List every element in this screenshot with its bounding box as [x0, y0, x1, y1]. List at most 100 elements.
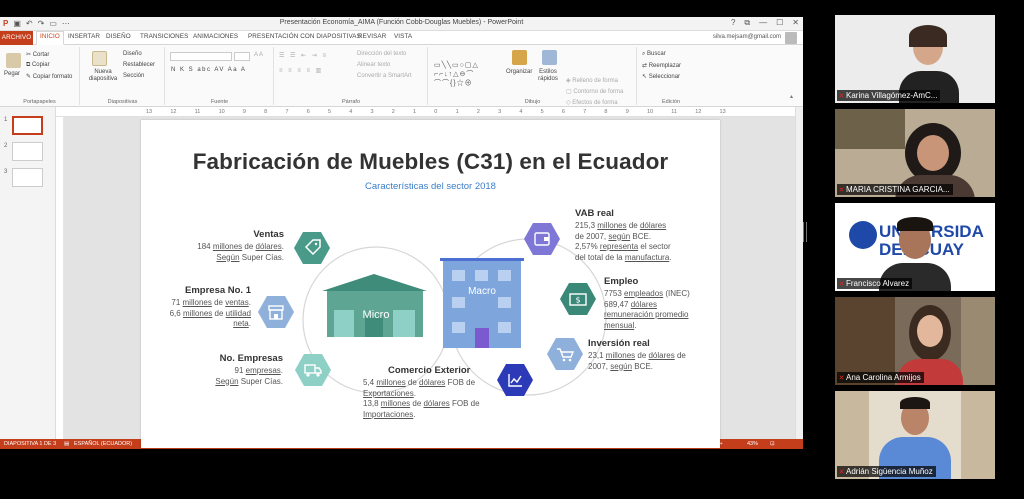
wallet-icon[interactable]	[524, 223, 560, 255]
cut-button[interactable]: ✂ Cortar	[26, 51, 49, 58]
panel-resize-handle[interactable]	[803, 222, 807, 242]
user-email[interactable]: silva.mejsam@gmail.com	[713, 34, 781, 40]
section-button[interactable]: Sección	[123, 73, 144, 79]
font-size-dropdown[interactable]	[234, 52, 250, 61]
background-wall	[961, 297, 995, 385]
list-buttons-icon[interactable]: ☰ ☰ ⇤ ⇥ ≡	[279, 52, 328, 59]
participant-name: ✕ Karina Villagómez-AmC...	[837, 90, 941, 101]
select-button[interactable]: ↖ Seleccionar	[642, 73, 680, 80]
quick-styles-button[interactable]: Estilos rápidos	[536, 69, 560, 83]
tab-archivo[interactable]: ARCHIVO	[0, 31, 33, 45]
spellcheck-icon[interactable]: ▤	[64, 441, 69, 447]
macro-label: Macro	[468, 286, 496, 297]
truck-icon[interactable]	[295, 354, 331, 386]
tag-icon[interactable]	[294, 232, 330, 264]
tab-diseno[interactable]: DISEÑO	[106, 33, 131, 40]
window-controls: ? ⧉ — ☐ ✕	[731, 18, 799, 28]
slide-canvas[interactable]: Fabricación de Muebles (C31) en el Ecuad…	[141, 120, 720, 448]
ruler-number: 9	[625, 109, 629, 115]
tab-vista[interactable]: VISTA	[394, 33, 412, 40]
find-button[interactable]: ⌕ Buscar	[642, 51, 666, 58]
no-empresas-block[interactable]: No. Empresas 91 empresas. Según Super Cí…	[181, 353, 283, 387]
inversion-block[interactable]: Inversión real 23,1 millones de dólares …	[588, 338, 714, 372]
store-icon[interactable]	[258, 296, 294, 328]
paste-icon[interactable]	[6, 53, 21, 68]
shape-outline-button[interactable]: ▢ Contorno de forma	[566, 88, 623, 95]
money-icon[interactable]: $	[560, 283, 596, 315]
smartart-button[interactable]: Convertir a SmartArt	[357, 73, 412, 79]
macro-building[interactable]	[440, 258, 524, 348]
tab-insertar[interactable]: INSERTAR	[68, 33, 100, 40]
tab-inicio[interactable]: INICIO	[36, 31, 64, 45]
shape-fill-button[interactable]: ◈ Relleno de forma	[566, 77, 618, 84]
shapes-gallery[interactable]: ▭╲╲▭○▢△ ⌐⌐↓↑△⊖⌒ ⌒⌒{}☆⊕	[434, 61, 502, 93]
cursor-icon: ↖	[642, 74, 649, 80]
arrange-icon[interactable]	[512, 50, 527, 65]
reset-button[interactable]: Restablecer	[123, 62, 155, 68]
fit-slide-icon[interactable]: ⊡	[770, 441, 775, 447]
ribbon-tabs: ARCHIVO INICIO INSERTAR DISEÑO TRANSICIO…	[0, 31, 803, 45]
format-painter-button[interactable]: ✎ Copiar formato	[26, 73, 72, 80]
ribbon-display-button[interactable]: ⧉	[744, 18, 750, 28]
participant-tile-4[interactable]: ✕ Ana Carolina Armijos	[835, 297, 995, 385]
group-portapapeles: Pegar ✂ Cortar ⧉ Copiar ✎ Copiar formato…	[0, 47, 80, 105]
font-style-buttons[interactable]: N K S abc AV Aa A	[171, 67, 246, 73]
title-bar: P ▣ ↶ ↷ ▭ ⋯ Presentación Economía_AIMA (…	[0, 17, 803, 31]
vab-heading: VAB real	[575, 208, 614, 219]
participant-tile-3[interactable]: UNIVERSIDA DEL CUAY ✕ Francisco Alvarez	[835, 203, 995, 291]
comercio-block[interactable]: Comercio Exterior 5,4 millones de dólare…	[363, 365, 513, 420]
replace-button[interactable]: ⇄ Reemplazar	[642, 62, 681, 69]
avatar[interactable]	[785, 32, 797, 44]
screen: P ▣ ↶ ↷ ▭ ⋯ Presentación Economía_AIMA (…	[0, 0, 1024, 499]
text-direction-button[interactable]: Dirección del texto	[357, 51, 406, 57]
no-empresas-heading: No. Empresas	[219, 353, 283, 364]
university-logo	[849, 221, 877, 249]
font-name-dropdown[interactable]	[170, 52, 232, 61]
participant-name: ✕ Adrián Sigüencia Muñoz	[837, 466, 936, 477]
empresa-block[interactable]: Empresa No. 1 71 millones de ventas. 6,6…	[151, 285, 251, 330]
micro-building[interactable]	[322, 274, 427, 337]
tab-presentacion[interactable]: PRESENTACIÓN CON DIAPOSITIVAS	[248, 33, 361, 40]
align-text-button[interactable]: Alinear texto	[357, 62, 390, 68]
align-buttons-icon[interactable]: ≡ ≡ ≡ ≡ ▥	[279, 67, 323, 74]
new-slide-icon[interactable]	[92, 51, 107, 66]
ventas-block[interactable]: Ventas 184 millones de dólares. Según Su…	[171, 229, 284, 263]
participant-name: ✕ MARIA CRISTINA GARCIA...	[837, 184, 953, 195]
arrange-button[interactable]: Organizar	[506, 69, 532, 75]
layout-button[interactable]: Diseño	[123, 51, 142, 57]
slide-thumbnail-1[interactable]	[12, 116, 43, 135]
tab-animaciones[interactable]: ANIMACIONES	[193, 33, 238, 40]
close-button[interactable]: ✕	[792, 18, 799, 28]
scissors-icon: ✂	[26, 52, 33, 58]
maximize-button[interactable]: ☐	[776, 18, 783, 28]
cart-icon[interactable]	[547, 338, 583, 370]
participant-tile-5[interactable]: ✕ Adrián Sigüencia Muñoz	[835, 391, 995, 479]
slide-thumbnail-3[interactable]	[12, 168, 43, 187]
vertical-scrollbar[interactable]	[795, 107, 803, 439]
language-indicator[interactable]: ESPAÑOL (ECUADOR)	[74, 441, 132, 447]
copy-button[interactable]: ⧉ Copiar	[26, 62, 50, 69]
collapse-ribbon-icon[interactable]: ▴	[790, 93, 793, 100]
ruler-number: 1	[413, 109, 417, 115]
zoom-level[interactable]: 43%	[747, 441, 758, 447]
ruler-numbers: 13 12 11 10 9 8 7 6 5 4 3 2 1 0 1 2 3 4 5 6 7 8 9 10 11 12 13	[146, 109, 726, 115]
ruler-number: 10	[646, 109, 654, 115]
shape-effects-button[interactable]: ◇ Efectos de forma	[566, 99, 618, 106]
vertical-ruler	[56, 117, 64, 439]
tab-revisar[interactable]: REVISAR	[358, 33, 386, 40]
muted-mic-icon: ✕	[838, 281, 845, 288]
slide-thumbnail-2[interactable]	[12, 142, 43, 161]
help-button[interactable]: ?	[731, 18, 735, 28]
vab-block[interactable]: VAB real 215,3 millones de dólares de 20…	[575, 208, 685, 263]
ruler-number: 3	[498, 109, 502, 115]
empleo-block[interactable]: Empleo 7753 empleados (INEC) 689,47 dóla…	[604, 276, 716, 331]
new-slide-button[interactable]: Nueva diapositiva	[85, 69, 121, 83]
paste-button[interactable]: Pegar	[4, 71, 20, 77]
window-title: Presentación Economía_AIMA (Función Cobb…	[279, 19, 524, 26]
grow-font-icon[interactable]: A A	[254, 52, 263, 58]
participant-tile-1[interactable]: ✕ Karina Villagómez-AmC...	[835, 15, 995, 103]
quick-styles-icon[interactable]	[542, 50, 557, 65]
tab-transiciones[interactable]: TRANSICIONES	[140, 33, 188, 40]
minimize-button[interactable]: —	[759, 18, 767, 28]
participant-tile-2[interactable]: ✕ MARIA CRISTINA GARCIA...	[835, 109, 995, 197]
